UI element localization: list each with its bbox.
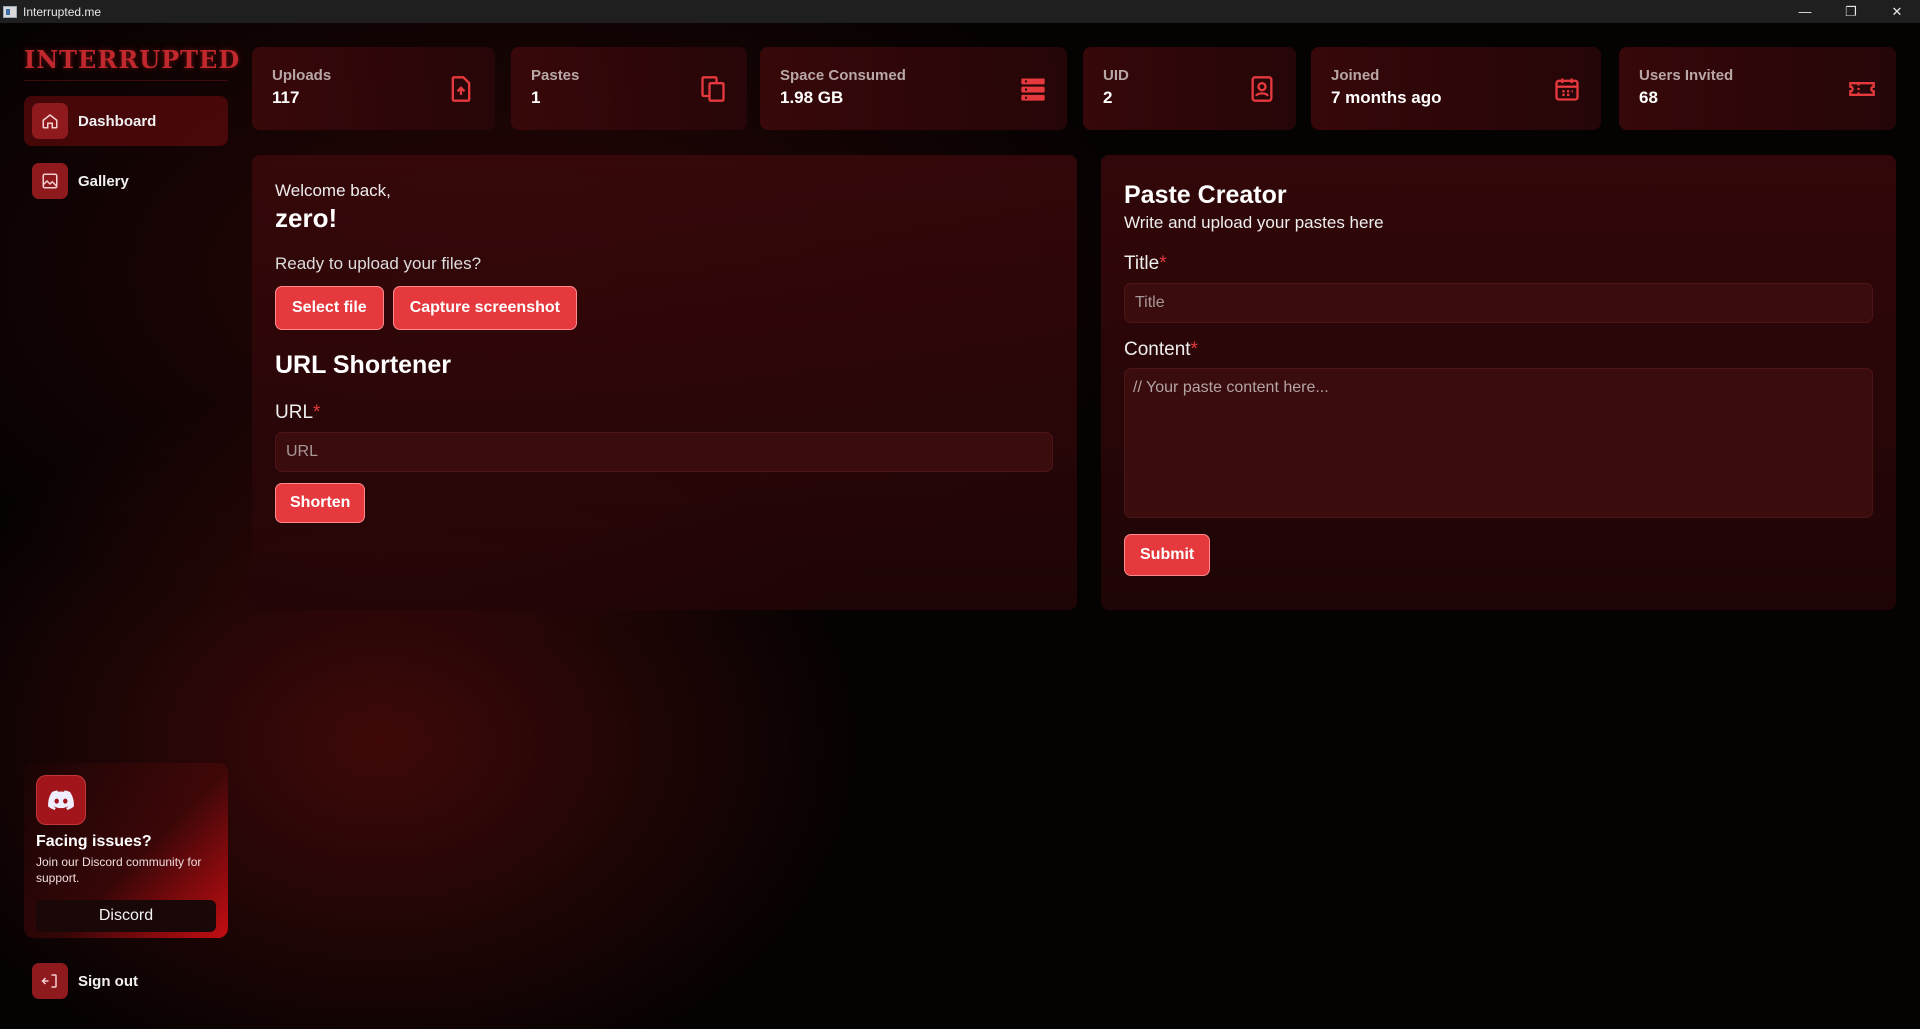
url-shortener-title: URL Shortener [275,351,451,379]
upload-prompt: Ready to upload your files? [275,254,482,273]
window-title: Interrupted.me [23,4,102,19]
content-field-label: Content* [1124,339,1873,361]
sidebar: INTERRUPTED Dashboard Gallery Facing iss… [24,23,239,1029]
paste-creator-title: Paste Creator [1124,181,1287,209]
required-marker: * [1190,339,1198,360]
shorten-button[interactable]: Shorten [275,483,366,523]
signout-button[interactable]: Sign out [24,961,228,1001]
welcome-greeting: Welcome back, [275,181,391,200]
support-card: Facing issues? Join our Discord communit… [24,763,228,938]
stat-card-joined: Joined 7 months ago [1311,47,1601,130]
sidebar-item-gallery[interactable]: Gallery [24,156,228,206]
stat-card-space: Space Consumed 1.98 GB [760,47,1067,130]
title-field-label: Title* [1124,253,1873,275]
clipboard-icon [701,76,725,102]
stat-card-uploads: Uploads 117 [252,47,495,130]
close-icon[interactable]: ✕ [1874,0,1920,23]
url-label-text: URL [275,402,314,423]
select-file-button[interactable]: Select file [275,286,384,330]
sidebar-item-label: Dashboard [78,112,157,130]
app-icon [3,5,17,18]
home-icon [32,103,68,139]
minimize-icon[interactable]: — [1782,0,1828,23]
stat-card-uid: UID 2 [1083,47,1296,130]
signout-label: Sign out [78,972,138,990]
app-logo: INTERRUPTED [24,45,239,81]
url-field-label: URL* [275,402,1055,424]
ticket-icon [1849,82,1875,96]
support-title: Facing issues? [36,833,152,850]
stat-card-invited: Users Invited 68 [1619,47,1896,130]
required-marker: * [1159,253,1167,274]
title-label-text: Title [1124,253,1160,274]
discord-button[interactable]: Discord [36,900,216,932]
content-label-text: Content [1124,339,1191,360]
window-controls: — ❐ ✕ [1782,0,1920,23]
paste-creator-subtitle: Write and upload your pastes here [1124,213,1384,232]
discord-icon [36,775,86,825]
window-titlebar: Interrupted.me — ❐ ✕ [0,0,1920,23]
upload-panel: Welcome back, zero! Ready to upload your… [252,155,1077,610]
paste-creator-panel: Paste Creator Write and upload your past… [1101,155,1896,610]
welcome-username: zero! [275,203,338,233]
image-icon [32,163,68,199]
stat-card-pastes: Pastes 1 [511,47,747,130]
paste-content-textarea[interactable] [1124,368,1873,518]
restore-icon[interactable]: ❐ [1828,0,1874,23]
required-marker: * [313,402,321,423]
url-input[interactable] [275,432,1053,472]
support-text: Join our Discord community for support. [36,855,202,885]
sidebar-item-label: Gallery [78,172,129,190]
server-icon [1021,78,1045,101]
paste-title-input[interactable] [1124,283,1873,323]
sidebar-item-dashboard[interactable]: Dashboard [24,96,228,146]
logout-icon [32,963,68,999]
calendar-icon [1555,78,1579,101]
id-badge-icon [1251,76,1273,102]
file-upload-icon [451,76,471,102]
submit-button[interactable]: Submit [1124,534,1211,576]
capture-screenshot-button[interactable]: Capture screenshot [392,286,577,330]
